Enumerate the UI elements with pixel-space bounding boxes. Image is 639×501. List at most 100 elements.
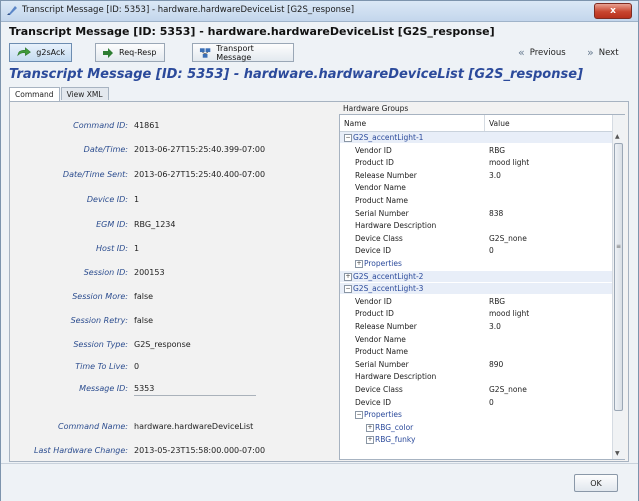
tree-row[interactable]: Vendor ID RBG bbox=[340, 296, 612, 307]
tree-row-name: Device Class bbox=[355, 233, 403, 243]
transport-message-button[interactable]: Transport Message bbox=[192, 43, 294, 62]
col-value-header[interactable]: Value bbox=[489, 119, 510, 128]
tree-row[interactable]: Hardware Description bbox=[340, 371, 612, 382]
field-value: 41861 bbox=[134, 121, 160, 130]
field-value: 200153 bbox=[134, 268, 165, 277]
field-value: 2013-05-23T15:58:00.000-07:00 bbox=[134, 446, 266, 455]
tree-row[interactable]: + Properties bbox=[340, 258, 612, 269]
field-label: Date/Time Sent: bbox=[62, 170, 128, 179]
tree-row-name: Properties bbox=[364, 259, 402, 268]
expand-icon[interactable]: + bbox=[355, 260, 363, 268]
title-bar[interactable]: Transcript Message [ID: 5353] - hardware… bbox=[1, 1, 638, 22]
tree-row[interactable]: Vendor Name bbox=[340, 182, 612, 193]
field-label: Host ID: bbox=[96, 244, 128, 253]
tree-row-name: Release Number bbox=[355, 170, 417, 180]
tree-row[interactable]: Product ID mood light bbox=[340, 157, 612, 168]
field-value: 5353 bbox=[134, 384, 155, 393]
tree-row[interactable]: − G2S_accentLight-1 bbox=[340, 132, 612, 143]
scroll-thumb[interactable] bbox=[614, 143, 623, 411]
field-command-name: Command Name: hardware.hardwareDeviceList bbox=[10, 422, 338, 434]
tree-row-value: G2S_none bbox=[489, 385, 527, 394]
field-label: Device ID: bbox=[86, 195, 128, 204]
tree-row[interactable]: + G2S_accentLight-2 bbox=[340, 270, 612, 282]
tree-row-name: G2S_accentLight-1 bbox=[353, 133, 424, 142]
previous-label: Previous bbox=[529, 47, 566, 58]
field-label: Session ID: bbox=[83, 268, 128, 277]
tree-row[interactable]: Vendor ID RBG bbox=[340, 145, 612, 156]
tree-row[interactable]: Product Name bbox=[340, 346, 612, 357]
tree-row-name: Device ID bbox=[355, 397, 392, 407]
tab-view-xml[interactable]: View XML bbox=[60, 87, 109, 100]
field-label: Session Type: bbox=[73, 340, 128, 349]
tree-row-name: G2S_accentLight-3 bbox=[353, 284, 424, 294]
tree-row[interactable]: Product Name bbox=[340, 195, 612, 206]
field-label: Message ID: bbox=[79, 384, 128, 393]
field-date-time-sent: Date/Time Sent: 2013-06-27T15:25:40.400-0… bbox=[10, 170, 338, 182]
field-list: Command ID: 41861 Date/Time: 2013-06-27T15… bbox=[10, 102, 338, 461]
tree-row[interactable]: Release Number 3.0 bbox=[340, 170, 612, 181]
tree-row-name: Product ID bbox=[355, 309, 394, 319]
tree-row-value: 3.0 bbox=[489, 170, 501, 180]
message-title: Transcript Message [ID: 5353] - hardware… bbox=[9, 67, 583, 82]
tree-row[interactable]: Serial Number 838 bbox=[340, 208, 612, 219]
tab-command[interactable]: Command bbox=[9, 87, 60, 101]
field-label: Time To Live: bbox=[75, 362, 128, 371]
tree-row[interactable]: Hardware Description bbox=[340, 220, 612, 231]
window-title: Transcript Message [ID: 5353] - hardware… bbox=[22, 5, 355, 15]
tree-row-value: 0 bbox=[489, 246, 494, 256]
tree-row-name: Release Number bbox=[355, 322, 417, 331]
tree-row-name: Product ID bbox=[355, 158, 394, 168]
tree-row[interactable]: Vendor Name bbox=[340, 334, 612, 345]
transcript-window: Transcript Message [ID: 5353] - hardware… bbox=[0, 0, 639, 501]
tree-row[interactable]: − Properties bbox=[340, 409, 612, 420]
tree-row-value: G2S_none bbox=[489, 233, 527, 243]
tree-row[interactable]: Device ID 0 bbox=[340, 245, 612, 256]
tree-row-name: Device ID bbox=[355, 246, 392, 256]
tree-row-value: RBG bbox=[489, 145, 506, 155]
header-title: Transcript Message [ID: 5353] - hardware… bbox=[9, 25, 495, 38]
tree-row[interactable]: Device ID 0 bbox=[340, 397, 612, 408]
field-value: 0 bbox=[134, 362, 140, 371]
network-icon bbox=[199, 47, 211, 58]
tree-row-value: mood light bbox=[489, 309, 530, 319]
g2sack-button[interactable]: g2sAck bbox=[9, 43, 72, 62]
previous-button[interactable]: « Previous bbox=[518, 46, 566, 59]
scroll-down-icon[interactable]: ▼ bbox=[615, 450, 620, 457]
scroll-up-icon[interactable]: ▲ bbox=[615, 133, 620, 140]
vertical-scrollbar[interactable]: ▲ ≡ ▼ bbox=[612, 115, 625, 459]
tree-row[interactable]: Device Class G2S_none bbox=[340, 233, 612, 244]
hardware-tree: − G2S_accentLight-1 Vendor ID RBG Product ID… bbox=[340, 132, 612, 459]
col-name-header[interactable]: Name bbox=[344, 119, 366, 128]
tree-row[interactable]: Product ID mood light bbox=[340, 308, 612, 319]
tree-row-name: Product Name bbox=[355, 347, 408, 357]
tree-row[interactable]: Release Number 3.0 bbox=[340, 321, 612, 332]
next-button[interactable]: » Next bbox=[587, 46, 619, 59]
tree-row[interactable]: Device Class G2S_none bbox=[340, 384, 612, 395]
tree-row-name: G2S_accentLight-2 bbox=[353, 271, 424, 281]
footer-bar: OK bbox=[1, 463, 638, 501]
collapse-icon[interactable]: − bbox=[344, 134, 352, 142]
column-divider[interactable] bbox=[484, 115, 485, 131]
tree-row-value: 0 bbox=[489, 397, 494, 407]
req-resp-button[interactable]: Req-Resp bbox=[95, 43, 165, 62]
collapse-icon[interactable]: − bbox=[355, 411, 363, 420]
tree-row[interactable]: − G2S_accentLight-3 bbox=[340, 283, 612, 295]
field-time-to-live: Time To Live: 0 bbox=[10, 362, 338, 374]
g2sack-label: g2sAck bbox=[36, 48, 65, 57]
field-command-id: Command ID: 41861 bbox=[10, 121, 338, 133]
tree-row[interactable]: Serial Number 890 bbox=[340, 359, 612, 370]
tree-row-name: Product Name bbox=[355, 196, 408, 205]
collapse-icon[interactable]: − bbox=[344, 285, 352, 294]
tree-row[interactable]: + RBG_color bbox=[340, 422, 612, 433]
right-arrow-icon bbox=[103, 47, 113, 58]
field-session-retry: Session Retry: false bbox=[10, 316, 338, 328]
tree-row[interactable]: + RBG_funky bbox=[340, 434, 612, 445]
tree-row-value: RBG bbox=[489, 296, 506, 306]
ok-button[interactable]: OK bbox=[574, 474, 618, 492]
close-button[interactable]: x bbox=[594, 3, 632, 19]
tree-row-name: RBG_color bbox=[375, 422, 414, 432]
expand-icon[interactable]: + bbox=[366, 423, 374, 432]
expand-icon[interactable]: + bbox=[366, 436, 374, 445]
table-header: Name Value bbox=[340, 115, 612, 132]
expand-icon[interactable]: + bbox=[344, 272, 352, 281]
